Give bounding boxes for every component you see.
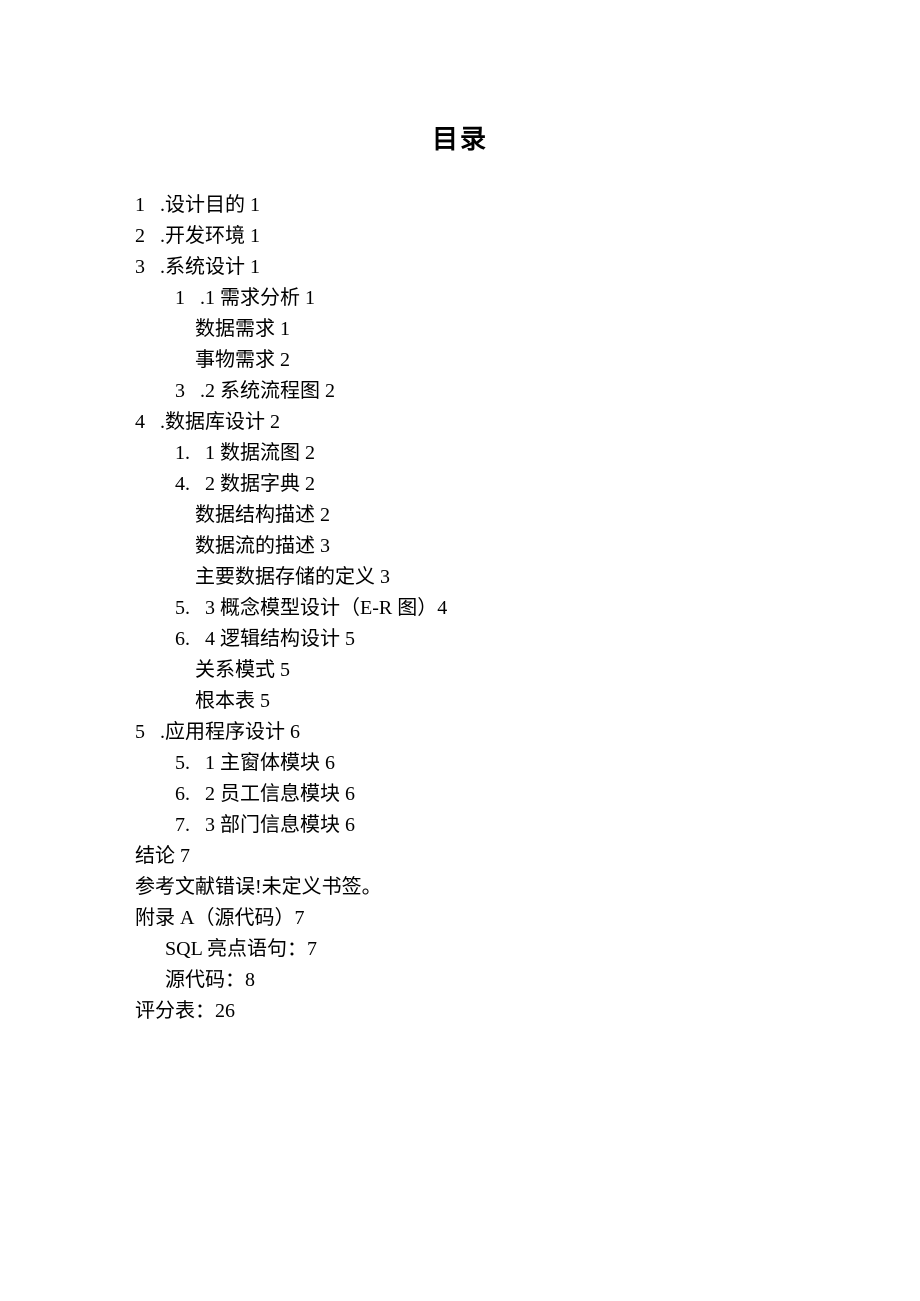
toc-entry: 1 .设计目的 1 (135, 190, 785, 221)
toc-entry: 关系模式 5 (135, 655, 785, 686)
toc-entry: 3 .2 系统流程图 2 (135, 376, 785, 407)
toc-entry: 6. 4 逻辑结构设计 5 (135, 624, 785, 655)
toc-entry: 1. 1 数据流图 2 (135, 438, 785, 469)
toc-entry: 5. 1 主窗体模块 6 (135, 748, 785, 779)
toc-entry: 附录 A（源代码）7 (135, 903, 785, 934)
toc-entry: 4. 2 数据字典 2 (135, 469, 785, 500)
toc-title: 目录 (135, 120, 785, 160)
toc-entry: 5. 3 概念模型设计（E-R 图）4 (135, 593, 785, 624)
toc-entry: 数据需求 1 (135, 314, 785, 345)
toc-entry: 数据结构描述 2 (135, 500, 785, 531)
toc-list: 1 .设计目的 1 2 .开发环境 1 3 .系统设计 1 1 .1 需求分析 … (135, 190, 785, 1027)
toc-entry: 数据流的描述 3 (135, 531, 785, 562)
toc-entry: 结论 7 (135, 841, 785, 872)
toc-entry: 3 .系统设计 1 (135, 252, 785, 283)
toc-entry: 6. 2 员工信息模块 6 (135, 779, 785, 810)
toc-entry: 评分表：26 (135, 996, 785, 1027)
toc-entry: 参考文献错误!未定义书签。 (135, 872, 785, 903)
toc-entry: 7. 3 部门信息模块 6 (135, 810, 785, 841)
toc-entry: 2 .开发环境 1 (135, 221, 785, 252)
toc-entry: 事物需求 2 (135, 345, 785, 376)
toc-entry: 4 .数据库设计 2 (135, 407, 785, 438)
toc-entry: 1 .1 需求分析 1 (135, 283, 785, 314)
toc-entry: 主要数据存储的定义 3 (135, 562, 785, 593)
toc-entry: 5 .应用程序设计 6 (135, 717, 785, 748)
toc-entry: 源代码：8 (135, 965, 785, 996)
toc-entry: 根本表 5 (135, 686, 785, 717)
toc-entry: SQL 亮点语句：7 (135, 934, 785, 965)
